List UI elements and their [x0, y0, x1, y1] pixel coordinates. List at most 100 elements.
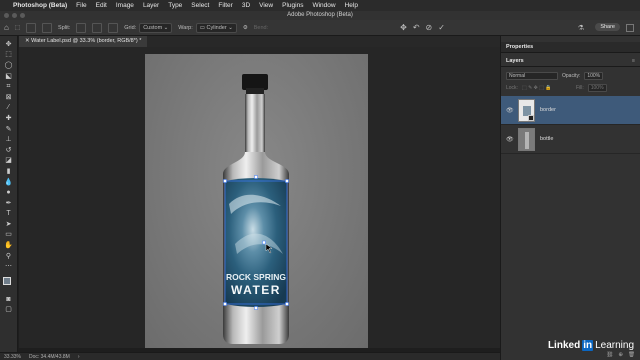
opacity-input[interactable]: 100%: [584, 72, 604, 80]
delete-layer-icon[interactable]: 🗑: [628, 352, 635, 360]
menu-file[interactable]: File: [76, 2, 86, 9]
more-tools-icon[interactable]: ⋯: [4, 262, 14, 271]
zoom-tool-icon[interactable]: ⚲: [4, 252, 14, 261]
canvas-area[interactable]: ROCK SPRING WATER: [19, 47, 500, 348]
label-text-line2: WATER: [231, 283, 281, 297]
layer-row[interactable]: 👁 border: [501, 96, 640, 125]
properties-panel-header[interactable]: Properties: [501, 42, 640, 53]
reset-icon[interactable]: ↶: [413, 23, 420, 32]
transform-center-handle[interactable]: [262, 240, 266, 245]
workspace-icon[interactable]: [626, 24, 634, 32]
opacity-label: Opacity:: [562, 73, 581, 79]
menu-edit[interactable]: Edit: [96, 2, 107, 9]
split-toggle[interactable]: [42, 22, 53, 33]
marquee-tool-icon[interactable]: ⬚: [4, 51, 14, 60]
transform-tool-icon[interactable]: ⬚: [15, 25, 20, 31]
layer-name[interactable]: bottle: [540, 136, 553, 142]
cap-ring: [246, 88, 264, 94]
pen-tool-icon[interactable]: ✒: [4, 199, 14, 208]
grid-label: Grid:: [124, 24, 137, 31]
object-select-tool-icon[interactable]: ⬕: [4, 72, 14, 81]
smart-object-icon: [528, 115, 534, 121]
blend-mode-select[interactable]: Normal: [506, 72, 558, 80]
close-window-button[interactable]: [4, 13, 9, 18]
stamp-tool-icon[interactable]: ⊥: [4, 135, 14, 144]
screen-mode-icon[interactable]: ▢: [4, 306, 14, 315]
lock-icons[interactable]: ⬚ ✎ ✥ ⬚ 🔒: [522, 85, 572, 91]
commit-transform-icon[interactable]: ✓: [438, 23, 445, 32]
split-vertical-button[interactable]: [92, 22, 103, 33]
dodge-tool-icon[interactable]: ●: [4, 188, 14, 197]
lasso-tool-icon[interactable]: ◯: [4, 61, 14, 70]
layer-row[interactable]: 👁 bottle: [501, 125, 640, 154]
menu-view[interactable]: View: [259, 2, 273, 9]
menu-3d[interactable]: 3D: [242, 2, 250, 9]
new-layer-icon[interactable]: ⊕: [618, 352, 623, 360]
document-tab[interactable]: ✕ Water Label.psd @ 33.3% (border, RGB/8…: [19, 36, 148, 47]
document-canvas[interactable]: ROCK SPRING WATER: [145, 54, 368, 348]
blur-tool-icon[interactable]: 💧: [4, 178, 14, 187]
fill-input[interactable]: 100%: [587, 84, 607, 92]
rectangle-tool-icon[interactable]: ▭: [4, 231, 14, 240]
layer-thumbnail: [518, 99, 535, 122]
brush-tool-icon[interactable]: ✎: [4, 125, 14, 134]
color-swatches[interactable]: [2, 277, 15, 290]
puppet-warp-icon[interactable]: ✥: [400, 23, 407, 32]
menu-type[interactable]: Type: [168, 2, 182, 9]
document-tab-label: Water Label.psd @ 33.3% (border, RGB/8*)…: [31, 38, 142, 44]
menu-help[interactable]: Help: [345, 2, 358, 9]
layers-panel-header[interactable]: Layers ≡: [501, 56, 640, 67]
transform-handle[interactable]: [285, 179, 289, 183]
status-arrow-icon[interactable]: ›: [78, 354, 80, 360]
layer-name[interactable]: border: [540, 107, 556, 113]
hand-tool-icon[interactable]: ✋: [4, 241, 14, 250]
app-name-menu[interactable]: Photoshop (Beta): [13, 2, 67, 9]
cancel-transform-icon[interactable]: ⊘: [426, 23, 433, 32]
transform-handle[interactable]: [223, 179, 227, 183]
home-icon[interactable]: ⌂: [4, 23, 9, 32]
transform-handle[interactable]: [285, 302, 289, 306]
visibility-eye-icon[interactable]: 👁: [506, 107, 514, 114]
path-select-tool-icon[interactable]: ➤: [4, 220, 14, 229]
transform-handle[interactable]: [254, 306, 258, 310]
window-controls[interactable]: [4, 13, 25, 18]
minimize-window-button[interactable]: [12, 13, 17, 18]
move-tool-icon[interactable]: ✥: [4, 40, 14, 49]
bend-label: Bend:: [253, 24, 269, 31]
reference-point-toggle[interactable]: [26, 22, 37, 33]
menu-window[interactable]: Window: [312, 2, 335, 9]
eyedropper-tool-icon[interactable]: ⁄: [4, 104, 14, 113]
window-title: Adobe Photoshop (Beta): [287, 12, 353, 18]
grid-select[interactable]: Custom ⌄: [139, 22, 173, 33]
close-tab-icon[interactable]: ✕: [25, 38, 30, 44]
menu-filter[interactable]: Filter: [218, 2, 232, 9]
bottle-cap: [242, 74, 268, 90]
zoom-level[interactable]: 33.33%: [4, 354, 21, 360]
menu-image[interactable]: Image: [116, 2, 134, 9]
quick-mask-icon[interactable]: ◙: [4, 295, 14, 304]
gradient-tool-icon[interactable]: ▮: [4, 167, 14, 176]
transform-handle[interactable]: [254, 175, 258, 179]
transform-handle[interactable]: [223, 302, 227, 306]
watermark-suffix: Learning: [595, 340, 634, 351]
warp-orientation-icon[interactable]: ⚙: [243, 25, 248, 31]
menu-plugins[interactable]: Plugins: [282, 2, 303, 9]
split-horizontal-button[interactable]: [108, 22, 119, 33]
zoom-window-button[interactable]: [20, 13, 25, 18]
foreground-color-swatch[interactable]: [2, 277, 11, 286]
healing-brush-tool-icon[interactable]: ✚: [4, 114, 14, 123]
menu-layer[interactable]: Layer: [143, 2, 159, 9]
warp-select[interactable]: ▭ Cylinder ⌄: [195, 22, 237, 33]
panel-menu-icon[interactable]: ≡: [632, 56, 635, 67]
crop-tool-icon[interactable]: ⌗: [4, 82, 14, 91]
share-button[interactable]: Share: [595, 23, 620, 31]
visibility-eye-icon[interactable]: 👁: [506, 136, 514, 143]
history-brush-tool-icon[interactable]: ↺: [4, 146, 14, 155]
beaker-icon[interactable]: ⚗: [578, 24, 584, 32]
frame-tool-icon[interactable]: ⊠: [4, 93, 14, 102]
split-crosswise-button[interactable]: [76, 22, 87, 33]
eraser-tool-icon[interactable]: ◪: [4, 157, 14, 166]
menu-select[interactable]: Select: [191, 2, 209, 9]
link-layers-icon[interactable]: ⛓: [606, 352, 613, 360]
type-tool-icon[interactable]: T: [4, 210, 14, 219]
